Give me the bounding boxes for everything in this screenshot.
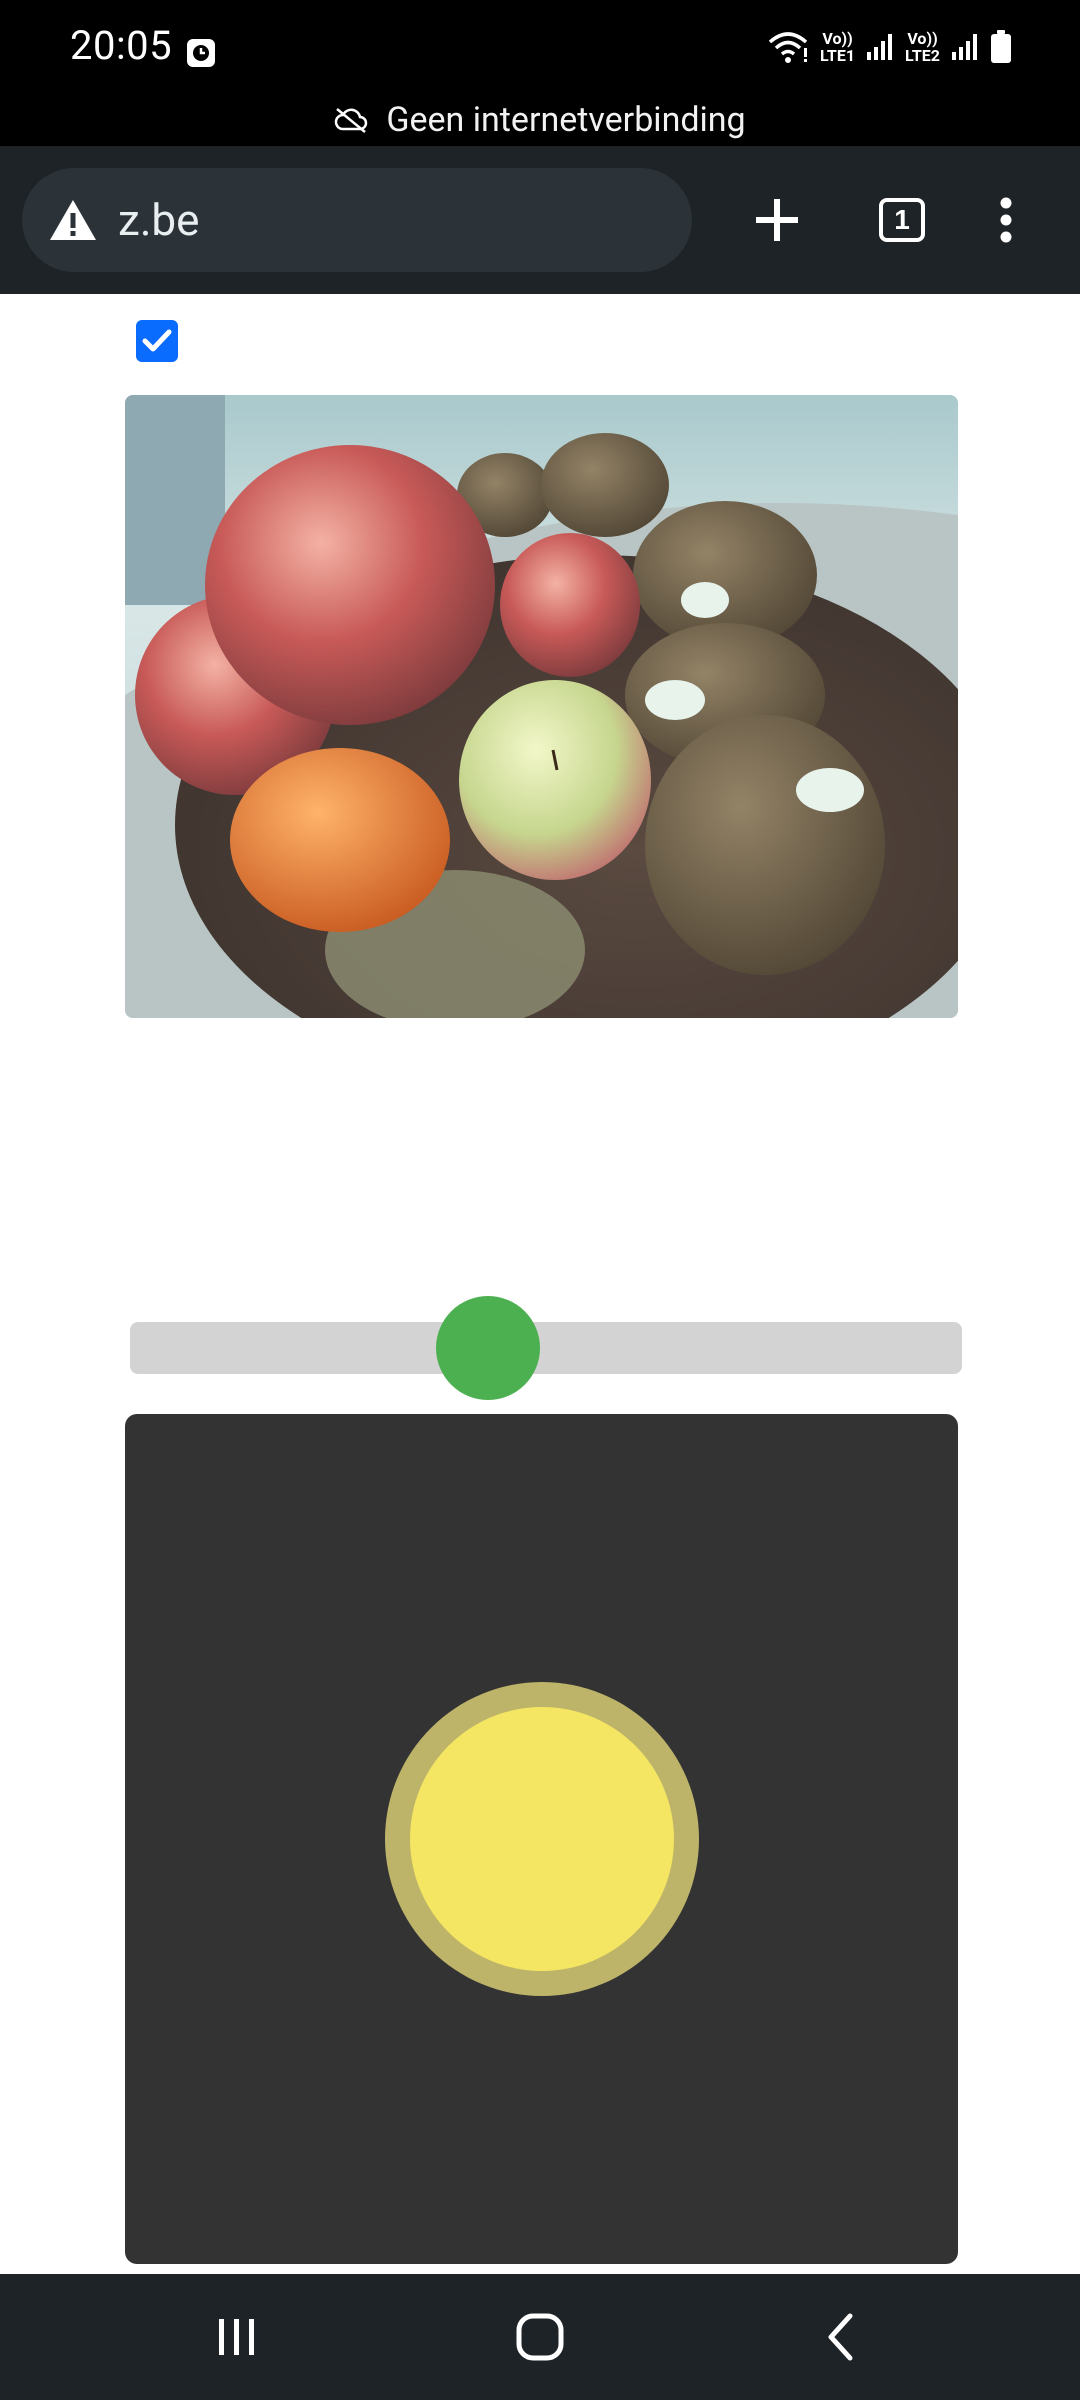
joystick-pad[interactable] bbox=[125, 1414, 958, 2264]
system-nav-bar bbox=[0, 2274, 1080, 2400]
new-tab-button[interactable] bbox=[737, 180, 817, 260]
checkmark-icon bbox=[142, 329, 172, 352]
camera-image bbox=[125, 395, 958, 1018]
warning-icon[interactable] bbox=[48, 197, 98, 243]
camera-feed bbox=[125, 395, 958, 1018]
volte-lte2-indicator: Vo)) LTE2 bbox=[905, 29, 940, 65]
camera-toggle-checkbox[interactable] bbox=[136, 320, 178, 362]
recents-button[interactable] bbox=[192, 2302, 282, 2372]
more-options-icon bbox=[1000, 197, 1012, 243]
clock-icon bbox=[187, 39, 215, 67]
battery-icon bbox=[991, 30, 1011, 63]
recents-icon bbox=[219, 2319, 254, 2355]
speed-slider-thumb[interactable] bbox=[435, 1296, 540, 1400]
tab-count: 1 bbox=[879, 198, 925, 242]
status-bar: 20:05 Vo)) LTE1 Vo)) LTE2 Geen internetv… bbox=[0, 0, 1080, 146]
address-bar[interactable]: z.be bbox=[22, 168, 692, 272]
speed-slider-track[interactable] bbox=[130, 1322, 962, 1374]
wifi-icon bbox=[768, 32, 808, 63]
joystick-knob[interactable] bbox=[409, 1707, 674, 1971]
back-icon bbox=[828, 2313, 853, 2361]
status-time: 20:05 bbox=[70, 22, 173, 69]
volte-lte1-indicator: Vo)) LTE1 bbox=[820, 29, 856, 65]
cloud-off-icon bbox=[335, 108, 368, 133]
signal-icon-sim2 bbox=[952, 34, 977, 60]
web-page bbox=[0, 294, 1080, 2274]
home-icon bbox=[516, 2313, 564, 2361]
status-icons: Vo)) LTE1 Vo)) LTE2 bbox=[768, 30, 1012, 64]
joystick-ring[interactable] bbox=[384, 1682, 699, 1996]
home-button[interactable] bbox=[495, 2302, 585, 2372]
browser-toolbar: z.be 1 bbox=[0, 146, 1080, 294]
offline-message: Geen internetverbinding bbox=[386, 100, 746, 140]
plus-icon bbox=[756, 199, 798, 241]
tab-switcher-button[interactable]: 1 bbox=[862, 180, 942, 260]
offline-banner: Geen internetverbinding bbox=[0, 98, 1080, 142]
more-options-button[interactable] bbox=[966, 180, 1046, 260]
url-text[interactable]: z.be bbox=[118, 194, 199, 246]
signal-icon-sim1 bbox=[867, 34, 893, 60]
back-button[interactable] bbox=[796, 2302, 886, 2372]
